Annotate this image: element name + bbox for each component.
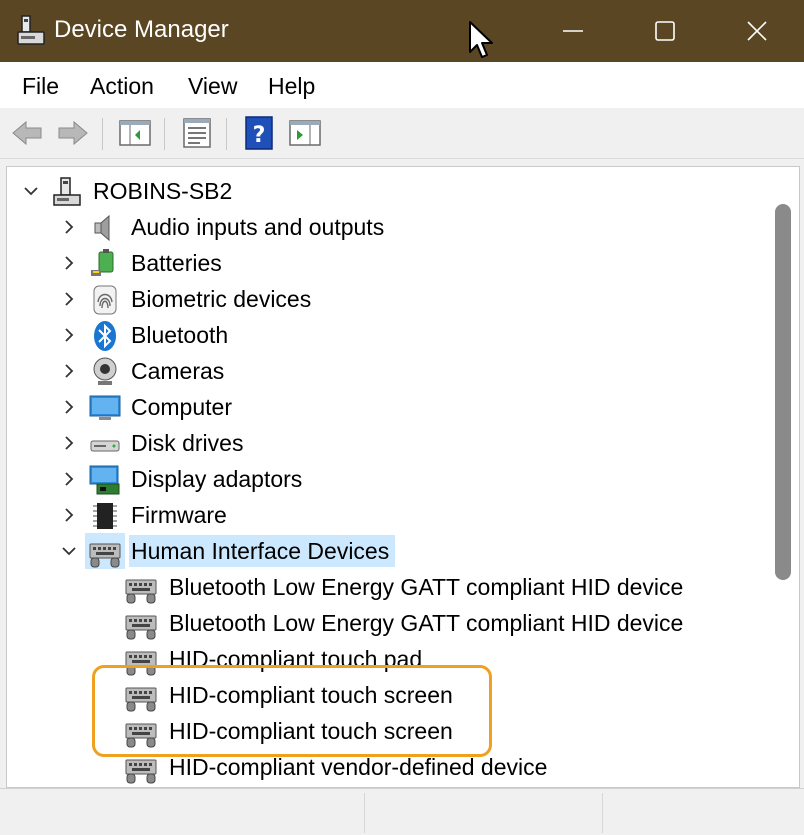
minimize-button[interactable]: [526, 0, 620, 62]
monitor-icon: [89, 395, 121, 420]
menu-action[interactable]: Action: [90, 73, 154, 100]
hid-icon: [125, 579, 157, 604]
tree-item-label: Cameras: [131, 358, 225, 384]
menu-bar: File Action View Help: [0, 62, 804, 109]
tree-item-label: Human Interface Devices: [129, 535, 396, 567]
status-pane-divider: [364, 793, 366, 833]
tree-item-label: Firmware: [131, 502, 227, 528]
toolbar: ?: [0, 108, 804, 159]
title-bar[interactable]: Device Manager: [0, 0, 804, 62]
computer-tower-icon: [53, 177, 81, 206]
tree-item-label: Bluetooth: [131, 322, 229, 348]
chevron-right-icon[interactable]: [61, 506, 77, 524]
tree-item-label: Disk drives: [131, 430, 244, 456]
tree-child-label: Bluetooth Low Energy GATT compliant HID …: [169, 610, 684, 636]
chevron-down-icon[interactable]: [61, 542, 77, 560]
status-bar: [0, 788, 804, 835]
toolbar-separator: [226, 118, 227, 150]
close-button[interactable]: [710, 0, 804, 62]
forward-icon[interactable]: [56, 116, 90, 150]
maximize-button[interactable]: [618, 0, 712, 62]
toolbar-separator: [102, 118, 103, 150]
hid-icon: [125, 615, 157, 640]
tree-item-label: Display adaptors: [131, 466, 303, 492]
show-hide-console-tree-icon[interactable]: [118, 116, 152, 150]
help-icon[interactable]: ?: [242, 116, 276, 150]
chevron-right-icon[interactable]: [61, 218, 77, 236]
toolbar-separator: [164, 118, 165, 150]
maximize-icon: [655, 21, 675, 41]
mouse-pointer-icon: [469, 21, 493, 58]
properties-icon[interactable]: [180, 116, 214, 150]
chevron-right-icon[interactable]: [61, 398, 77, 416]
chevron-right-icon[interactable]: [61, 254, 77, 272]
menu-view[interactable]: View: [188, 73, 237, 100]
chevron-right-icon[interactable]: [61, 290, 77, 308]
chevron-right-icon[interactable]: [61, 434, 77, 452]
speaker-icon: [94, 214, 110, 242]
tree-item-label: Biometric devices: [131, 286, 312, 312]
tree-item-label: Computer: [131, 394, 232, 420]
chevron-right-icon[interactable]: [61, 362, 77, 380]
back-icon[interactable]: [10, 116, 44, 150]
device-manager-app-icon: [17, 15, 45, 45]
window-title: Device Manager: [54, 16, 229, 43]
disk-drive-icon: [90, 440, 120, 452]
minimize-icon: [563, 30, 583, 32]
show-action-pane-icon[interactable]: [288, 116, 322, 150]
webcam-icon: [93, 357, 117, 385]
close-icon: [747, 21, 767, 41]
device-manager-window: Device Manager File Action View Help ? R…: [0, 0, 804, 835]
chevron-right-icon[interactable]: [61, 326, 77, 344]
tree-child-label: Bluetooth Low Energy GATT compliant HID …: [169, 574, 684, 600]
highlight-box: [92, 665, 492, 757]
bluetooth-icon: [94, 321, 116, 351]
menu-file[interactable]: File: [22, 73, 59, 100]
svg-text:?: ?: [253, 123, 266, 148]
fingerprint-icon: [93, 285, 117, 315]
chevron-right-icon[interactable]: [61, 470, 77, 488]
tree-child-label: HID-compliant vendor-defined device: [169, 754, 548, 780]
chip-icon: [93, 503, 117, 529]
hid-icon: [89, 543, 121, 568]
status-pane-divider: [602, 793, 604, 833]
display-adapter-icon: [89, 465, 120, 495]
scrollbar-thumb[interactable]: [775, 204, 791, 580]
chevron-down-icon[interactable]: [23, 182, 39, 200]
battery-icon: [91, 249, 114, 276]
tree-item-label: Audio inputs and outputs: [131, 214, 385, 240]
tree-item-label: Batteries: [131, 250, 222, 276]
menu-help[interactable]: Help: [268, 73, 315, 100]
tree-root-label: ROBINS-SB2: [93, 178, 233, 204]
